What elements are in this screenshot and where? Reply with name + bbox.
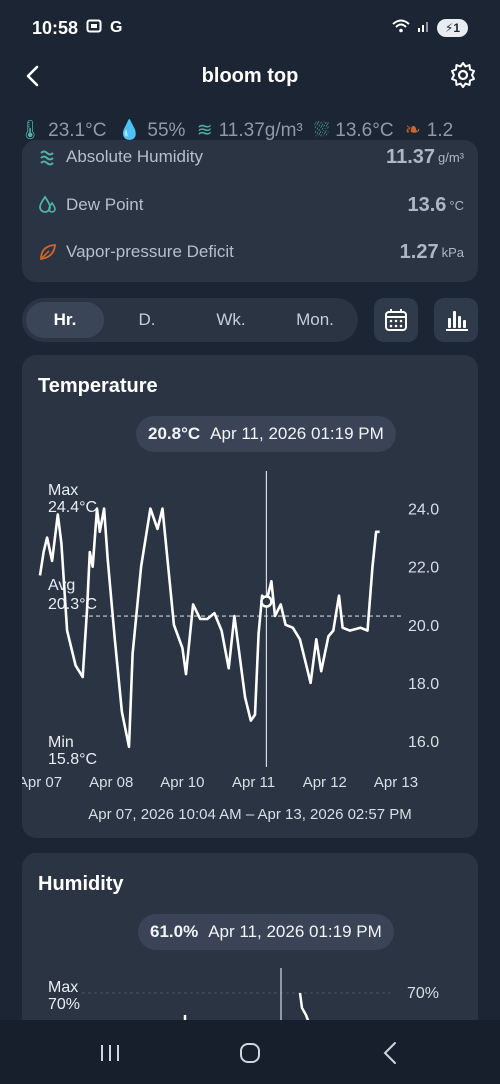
chart-type-button[interactable] — [434, 298, 478, 342]
y-tick-label: 22.0 — [408, 560, 439, 577]
x-tick-label: Apr 12 — [303, 774, 347, 791]
reading-dew-point: 13.6°C — [335, 120, 394, 141]
metric-unit: kPa — [441, 244, 464, 260]
leaf-icon — [40, 244, 56, 261]
x-tick-label: Apr 10 — [160, 774, 204, 791]
metrics-card: Absolute Humidity 11.37 g/m³ Dew Point 1… — [22, 140, 478, 282]
metric-value: 1.27 — [399, 240, 439, 263]
avg-label: Avg — [48, 577, 75, 594]
tab-month[interactable]: Mon. — [276, 302, 354, 338]
min-value: 15.8°C — [48, 751, 97, 768]
calendar-icon — [385, 309, 407, 331]
home-icon — [240, 1043, 260, 1063]
metric-label: Absolute Humidity — [66, 147, 204, 166]
x-tick-label: Apr 07 — [22, 774, 62, 791]
droplets-icon — [40, 150, 54, 166]
battery-label: 1 — [453, 21, 460, 35]
signal-icon — [417, 19, 431, 38]
temperature-card: Temperature 20.8°C Apr 11, 2026 01:19 PM… — [22, 355, 478, 838]
back-nav-button[interactable] — [370, 1038, 410, 1068]
avg-value: 20.3°C — [48, 596, 97, 613]
reading-absolute-humidity: 11.37g/m³ — [218, 120, 303, 141]
battery-icon: ⚡1 — [436, 19, 468, 37]
status-bar: 10:58 G ⚡1 — [0, 0, 500, 56]
y-tick-label: 24.0 — [408, 502, 439, 519]
screenshot-icon — [86, 18, 102, 39]
recents-icon — [101, 1045, 119, 1061]
temperature-line — [38, 507, 380, 749]
y-tick-label: 18.0 — [408, 676, 439, 693]
metric-label: Vapor-pressure Deficit — [66, 242, 234, 261]
x-tick-label: Apr 08 — [89, 774, 133, 791]
metric-row-dew-point: Dew Point 13.6 °C — [38, 190, 464, 220]
wifi-icon — [391, 18, 411, 39]
thermometer-icon: 🌡 — [18, 120, 43, 141]
reading-temperature: 23.1°C — [48, 120, 107, 141]
max-value: 24.4°C — [48, 499, 97, 516]
x-tick-label: Apr 11 — [232, 774, 275, 791]
droplets-icon: ≋ — [196, 120, 213, 141]
back-arrow-icon — [26, 65, 39, 87]
google-icon: G — [110, 19, 123, 36]
metric-label: Dew Point — [66, 195, 144, 214]
dew-point-icon: ⛆ — [314, 120, 330, 141]
metric-unit: g/m³ — [438, 149, 464, 165]
max-value: 70% — [48, 996, 80, 1013]
max-label: Max — [48, 979, 78, 996]
y-tick-label: 16.0 — [408, 734, 439, 751]
max-label: Max — [48, 482, 78, 499]
metric-row-vpd: Vapor-pressure Deficit 1.27 kPa — [38, 237, 464, 267]
x-tick-label: Apr 13 — [374, 774, 418, 791]
range-selector: Hr. D. Wk. Mon. — [22, 298, 358, 342]
dew-point-icon — [39, 195, 56, 213]
droplet-icon: 💧 — [117, 120, 142, 141]
home-button[interactable] — [230, 1038, 270, 1068]
reading-vpd: 1.2 — [426, 120, 454, 141]
metric-value: 11.37 — [386, 145, 435, 168]
date-range: Apr 07, 2026 10:04 AM – Apr 13, 2026 02:… — [88, 806, 412, 823]
metric-value: 13.6 — [407, 193, 447, 216]
leaf-icon: ❧ — [404, 120, 421, 141]
system-nav-bar — [0, 1020, 500, 1084]
settings-button[interactable] — [448, 60, 478, 90]
tab-day[interactable]: D. — [108, 302, 186, 338]
humidity-line — [298, 992, 311, 1024]
selected-point — [260, 595, 273, 608]
recents-button[interactable] — [90, 1038, 130, 1068]
metric-row-absolute-humidity: Absolute Humidity 11.37 g/m³ — [38, 142, 464, 172]
y-tick-label: 70% — [407, 985, 439, 1002]
app-bar: bloom top — [0, 56, 500, 96]
back-button[interactable] — [20, 62, 48, 90]
page-title: bloom top — [201, 64, 299, 87]
status-time: 10:58 — [32, 17, 79, 38]
tab-hour[interactable]: Hr. — [26, 302, 104, 338]
bar-chart-icon — [446, 311, 468, 331]
temperature-chart[interactable]: Max 24.4°C Avg 20.3°C Min 15.8°C 16.0 18.… — [22, 355, 478, 800]
min-label: Min — [48, 734, 74, 751]
chevron-left-icon — [383, 1042, 396, 1064]
tab-week[interactable]: Wk. — [192, 302, 270, 338]
metric-unit: °C — [449, 197, 464, 213]
reading-humidity: 55% — [147, 120, 186, 141]
y-tick-label: 20.0 — [408, 618, 439, 635]
calendar-button[interactable] — [374, 298, 418, 342]
gear-icon — [451, 62, 475, 88]
